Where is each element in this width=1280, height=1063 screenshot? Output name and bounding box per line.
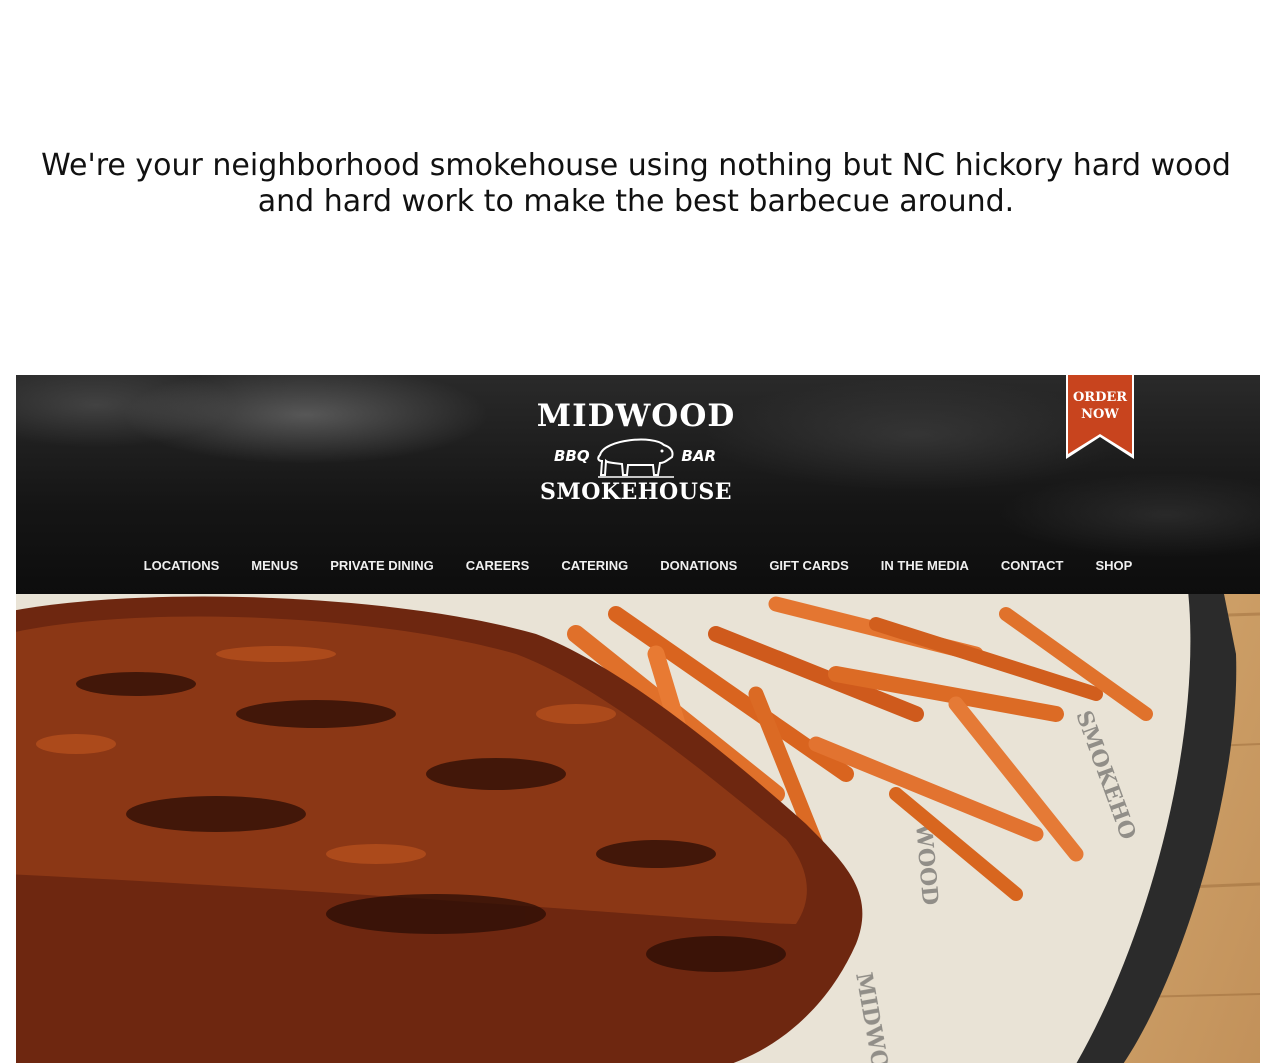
ribs-and-fries-illustration: SMOKEHO WOOD MIDWOOD SMOKEH MIDWOOD bbox=[16, 594, 1260, 1063]
logo-bottom-word: SMOKEHOUSE bbox=[539, 479, 733, 505]
nav-item-donations[interactable]: DONATIONS bbox=[644, 558, 753, 580]
hero-food-photo: SMOKEHO WOOD MIDWOOD SMOKEH MIDWOOD bbox=[16, 594, 1260, 1063]
nav-item-menus[interactable]: MENUS bbox=[235, 558, 314, 580]
nav-item-catering[interactable]: CATERING bbox=[545, 558, 644, 580]
logo-bbq-word: BBQ bbox=[554, 447, 590, 465]
midwood-smokehouse-logo[interactable]: MIDWOOD BBQ BAR SMOKEHOUSE bbox=[536, 399, 736, 515]
order-now-label: ORDER NOW bbox=[1066, 389, 1134, 423]
logo-middle-row: BBQ BAR bbox=[536, 433, 736, 479]
order-now-line1: ORDER bbox=[1072, 390, 1128, 405]
site-header: MIDWOOD BBQ BAR SMOKEHOUSE ORDER NOW LOC… bbox=[16, 375, 1260, 594]
intro-tagline: We're your neighborhood smokehouse using… bbox=[41, 148, 1231, 219]
nav-item-contact[interactable]: CONTACT bbox=[985, 558, 1080, 580]
main-nav: LOCATIONS MENUS PRIVATE DINING CAREERS C… bbox=[16, 558, 1260, 580]
order-now-line2: NOW bbox=[1081, 407, 1119, 422]
pig-icon bbox=[597, 438, 674, 478]
logo-bar-word: BAR bbox=[681, 447, 716, 465]
nav-item-private-dining[interactable]: PRIVATE DINING bbox=[314, 558, 450, 580]
nav-item-shop[interactable]: SHOP bbox=[1079, 558, 1148, 580]
nav-item-gift-cards[interactable]: GIFT CARDS bbox=[753, 558, 864, 580]
nav-item-in-the-media[interactable]: IN THE MEDIA bbox=[865, 558, 985, 580]
nav-item-locations[interactable]: LOCATIONS bbox=[128, 558, 236, 580]
logo-top-word: MIDWOOD bbox=[536, 398, 736, 434]
nav-item-careers[interactable]: CAREERS bbox=[450, 558, 546, 580]
order-now-button[interactable]: ORDER NOW bbox=[1066, 375, 1134, 459]
website-screenshot: MIDWOOD BBQ BAR SMOKEHOUSE ORDER NOW LOC… bbox=[16, 375, 1260, 1063]
